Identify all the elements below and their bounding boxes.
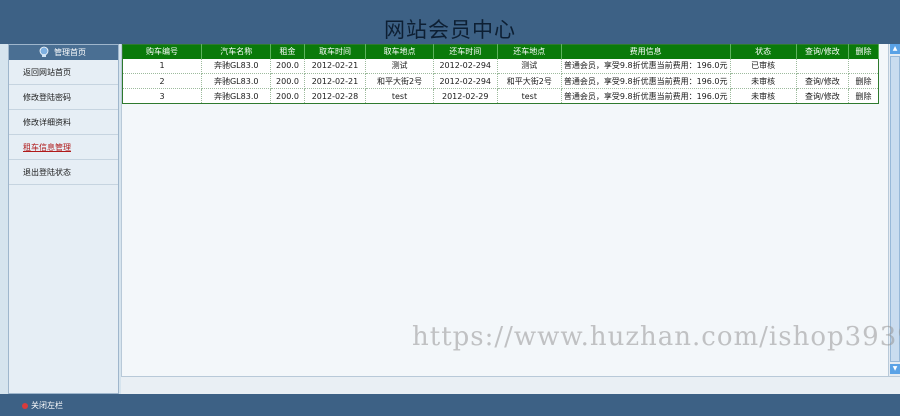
scroll-up-arrow-icon[interactable]: ▲ [890, 44, 900, 54]
scroll-down-arrow-icon[interactable]: ▼ [890, 364, 900, 374]
cell-pickup-time: 2012-02-21 [304, 73, 367, 89]
cell-car: 奔驰GL83.0 [201, 73, 272, 89]
cell-pickup-place: 测试 [365, 58, 434, 74]
page-footer: 关闭左栏 [0, 394, 900, 416]
sidebar-item-label: 租车信息管理 [23, 142, 71, 152]
column-header: 还车地点 [497, 44, 562, 59]
cell-pickup-time: 2012-02-28 [304, 88, 367, 104]
delete-link [848, 58, 879, 74]
cell-pickup-place: test [365, 88, 434, 104]
cell-rent: 200.0 [270, 73, 305, 89]
column-header: 购车编号 [122, 44, 203, 59]
edit-link [796, 58, 850, 74]
sidebar-item-home[interactable]: 返回网站首页 [9, 60, 118, 85]
cell-rent: 200.0 [270, 88, 305, 104]
sidebar-item-rental-management[interactable]: 租车信息管理 [9, 135, 118, 160]
close-dot-icon [22, 402, 28, 409]
delete-link[interactable]: 删除 [848, 73, 879, 89]
edit-link[interactable]: 查询/修改 [796, 88, 850, 104]
table-row: 3 奔驰GL83.0 200.0 2012-02-28 test 2012-02… [122, 88, 879, 104]
cell-id: 3 [122, 88, 203, 104]
edit-link[interactable]: 查询/修改 [796, 73, 850, 89]
cell-status: 未审核 [730, 73, 797, 89]
cell-return-place: 测试 [497, 58, 562, 74]
cell-rent: 200.0 [270, 58, 305, 74]
sidebar-item-label: 退出登陆状态 [23, 167, 71, 177]
cell-fee: 普通会员，享受9.8折优惠当前费用：196.0元 [561, 73, 731, 89]
sidebar-header-label: 管理首页 [54, 48, 86, 57]
cell-pickup-time: 2012-02-21 [304, 58, 367, 74]
column-header: 取车地点 [365, 44, 434, 59]
delete-link[interactable]: 删除 [848, 88, 879, 104]
cell-car: 奔驰GL83.0 [201, 58, 272, 74]
rental-orders-table: 购车编号 汽车名称 租金 取车时间 取车地点 还车时间 还车地点 费用信息 状态… [122, 44, 879, 104]
scrollbar-thumb[interactable] [890, 56, 900, 362]
cell-car: 奔驰GL83.0 [201, 88, 272, 104]
column-header: 取车时间 [304, 44, 367, 59]
table-row: 1 奔驰GL83.0 200.0 2012-02-21 测试 2012-02-2… [122, 58, 879, 74]
column-header: 删除 [848, 44, 879, 59]
table-header-row: 购车编号 汽车名称 租金 取车时间 取车地点 还车时间 还车地点 费用信息 状态… [122, 44, 879, 59]
cell-status: 未审核 [730, 88, 797, 104]
page-title: 网站会员中心 [384, 18, 516, 42]
cell-status: 已审核 [730, 58, 797, 74]
home-icon [39, 46, 49, 57]
table-row: 2 奔驰GL83.0 200.0 2012-02-21 和平大街2号 2012-… [122, 73, 879, 89]
cell-id: 1 [122, 58, 203, 74]
column-header: 查询/修改 [796, 44, 850, 59]
cell-id: 2 [122, 73, 203, 89]
sidebar-item-logout[interactable]: 退出登陆状态 [9, 160, 118, 185]
page-header: 网站会员中心 [0, 0, 900, 44]
column-header: 汽车名称 [201, 44, 272, 59]
sidebar-header[interactable]: 管理首页 [9, 45, 118, 60]
sidebar-item-label: 返回网站首页 [23, 67, 71, 77]
column-header: 还车时间 [433, 44, 498, 59]
cell-return-time: 2012-02-294 [433, 58, 498, 74]
cell-fee: 普通会员，享受9.8折优惠当前费用：196.0元 [561, 58, 731, 74]
sidebar-item-edit-profile[interactable]: 修改详细资料 [9, 110, 118, 135]
sidebar: 管理首页 返回网站首页 修改登陆密码 修改详细资料 租车信息管理 退出登陆状态 [8, 44, 119, 394]
sidebar-item-label: 修改详细资料 [23, 117, 71, 127]
cell-return-time: 2012-02-294 [433, 73, 498, 89]
close-sidebar-label: 关闭左栏 [31, 401, 63, 410]
cell-fee: 普通会员，享受9.8折优惠当前费用：196.0元 [561, 88, 731, 104]
cell-return-place: test [497, 88, 562, 104]
horizontal-scrollbar[interactable] [121, 376, 900, 394]
column-header: 状态 [730, 44, 797, 59]
column-header: 费用信息 [561, 44, 731, 59]
close-sidebar-button[interactable]: 关闭左栏 [22, 400, 63, 411]
column-header: 租金 [270, 44, 305, 59]
cell-return-place: 和平大街2号 [497, 73, 562, 89]
cell-pickup-place: 和平大街2号 [365, 73, 434, 89]
cell-return-time: 2012-02-29 [433, 88, 498, 104]
sidebar-item-label: 修改登陆密码 [23, 92, 71, 102]
watermark-text: https://www.huzhan.com/ishop39397 [412, 322, 900, 352]
sidebar-item-change-password[interactable]: 修改登陆密码 [9, 85, 118, 110]
